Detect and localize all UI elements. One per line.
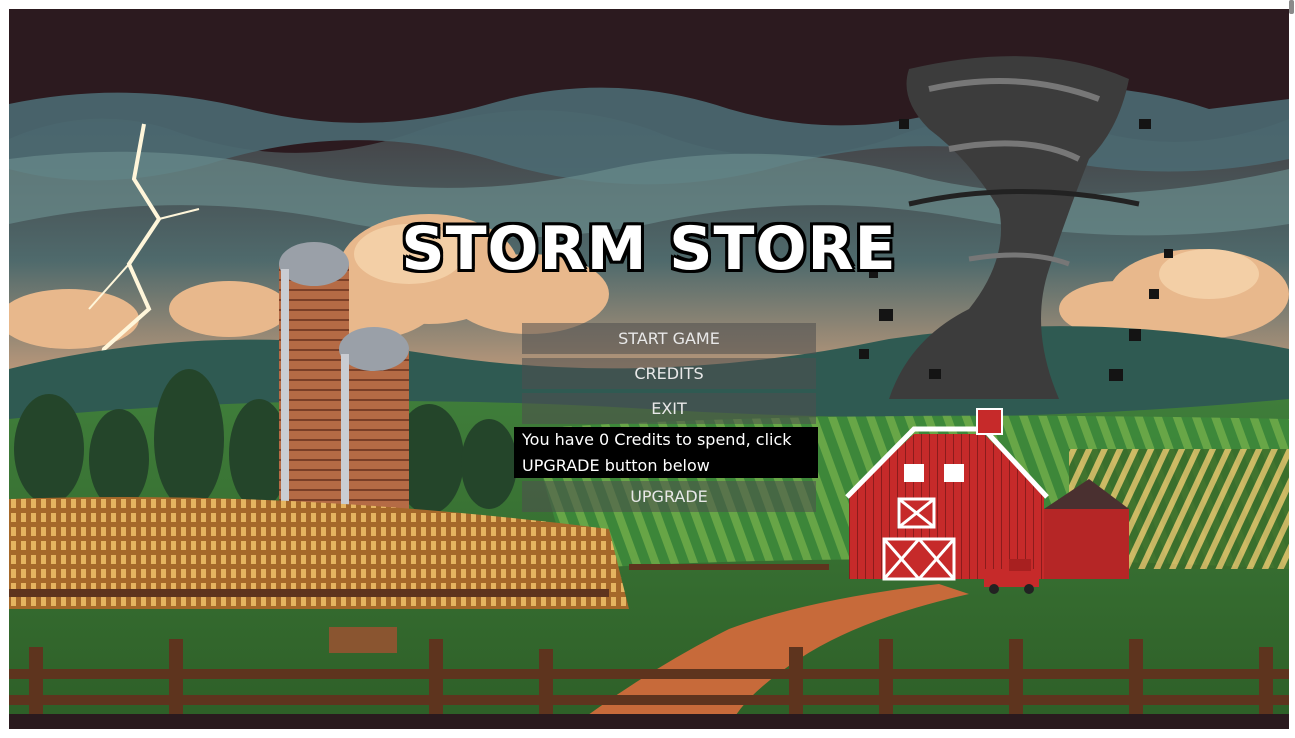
credits-info-text: You have 0 Credits to spend, click UPGRA…: [522, 430, 792, 475]
game-title: STORM STORE: [401, 214, 897, 284]
credits-info-box: You have 0 Credits to spend, click UPGRA…: [514, 427, 818, 478]
upgrade-button[interactable]: UPGRADE: [522, 481, 816, 512]
start-game-button[interactable]: START GAME: [522, 323, 816, 354]
game-viewport: STORM STORE START GAME CREDITS EXIT You …: [9, 9, 1289, 729]
credits-button[interactable]: CREDITS: [522, 358, 816, 389]
exit-button[interactable]: EXIT: [522, 393, 816, 424]
scrollbar-thumb[interactable]: [1289, 0, 1294, 14]
